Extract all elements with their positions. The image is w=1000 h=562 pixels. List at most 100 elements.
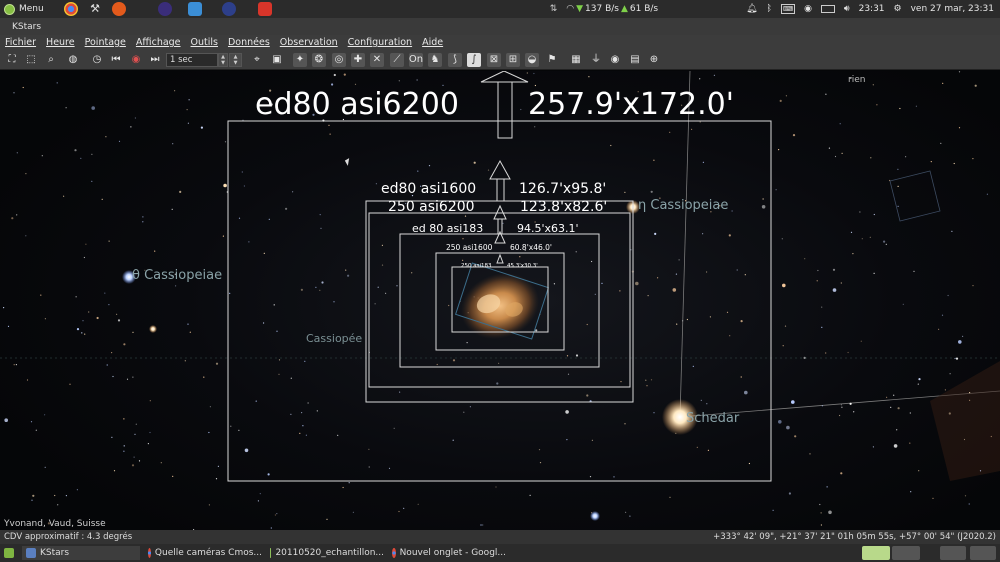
menu-donnees[interactable]: Données [223,37,275,48]
kstars-launcher-icon[interactable] [222,2,236,16]
background-star [647,295,649,297]
background-star [411,272,413,274]
workspace-4[interactable] [970,546,996,560]
zoom-to-fov-icon[interactable]: ⬚ [24,53,38,67]
start-menu-button[interactable]: Menu [0,3,50,15]
bluetooth-icon[interactable]: ᛒ [767,4,772,14]
vpn-icon[interactable]: ⇅ [550,4,558,14]
background-star [744,274,746,276]
battery-icon[interactable] [820,5,835,13]
background-star [657,277,659,279]
milky-way-icon[interactable]: ∫ [467,53,481,67]
background-star [990,435,992,438]
rewind-icon[interactable]: ⏮ [109,53,123,67]
zoom-fit-icon[interactable]: ⛶ [5,53,19,67]
telescope-icon[interactable]: ⏚ [589,53,603,67]
star-label-schedar[interactable]: Schedar [686,411,739,426]
flags-icon[interactable]: ⚑ [545,53,559,67]
menu-aide[interactable]: Aide [417,37,448,48]
sky-map[interactable]: rien ed80 asi6200 257.9'x172.0' ed80 asi… [0,71,1000,530]
task-chrome-2[interactable]: Nouvel onglet - Googl... [388,546,506,560]
settings-gear-icon[interactable]: ⚙ [894,4,902,14]
music-launcher-icon[interactable] [258,2,272,16]
menu-observation[interactable]: Observation [275,37,343,48]
menu-affichage[interactable]: Affichage [131,37,186,48]
menu-fichier[interactable]: Fichier [0,37,41,48]
horizontal-grid-icon[interactable]: ⊞ [506,53,520,67]
solar-system-toggle-icon[interactable]: ◎ [332,53,346,67]
wifi-icon[interactable]: ◉ [804,4,812,14]
clock[interactable]: 23:31 [859,4,885,14]
chat-launcher-icon[interactable] [188,2,202,16]
nebula [460,272,540,340]
workspace-1[interactable] [862,546,890,560]
star-label-theta-cassiopeiae[interactable]: θ Cassiopeiae [132,268,222,283]
hips-icon[interactable]: ▦ [569,53,583,67]
background-star [108,240,110,242]
background-star [944,389,947,391]
stars-toggle-icon[interactable]: ✦ [293,53,307,67]
background-star [654,232,657,235]
forward-icon[interactable]: ⏭ [148,53,162,67]
background-star [873,213,875,216]
background-star [328,124,330,126]
star-label-eta-cassiopeiae[interactable]: η Cassiopeiae [638,198,728,213]
image-icon[interactable]: ▣ [270,53,284,67]
task-kstars[interactable]: KStars [22,546,140,560]
notification-bell-icon[interactable]: 🔔︎ [746,4,757,14]
background-star [740,320,743,323]
background-star [841,406,843,408]
target-icon[interactable]: ⌖ [250,53,264,67]
menu-heure[interactable]: Heure [41,37,80,48]
supernova-toggle-icon[interactable]: ✚ [351,53,365,67]
constellation-lines-icon[interactable]: ⟋ [390,53,404,67]
background-star [217,465,219,467]
background-star [321,281,324,284]
background-star [702,233,704,235]
fov-size-ed80-asi1600: 126.7'x95.8' [519,181,607,197]
date-time[interactable]: ven 27 mar, 23:31 [911,4,994,14]
satellite-toggle-icon[interactable]: ✕ [370,53,384,67]
deep-sky-toggle-icon[interactable]: ❂ [312,53,326,67]
crosshair-icon[interactable]: ⊕ [647,53,661,67]
menu-configuration[interactable]: Configuration [343,37,417,48]
background-star [909,442,911,444]
ground-icon[interactable]: ◒ [525,53,539,67]
globe-icon[interactable]: ◍ [66,53,80,67]
workspace-2[interactable] [892,546,920,560]
time-unit-spinner[interactable]: ▲ ▼ [229,53,242,67]
constellation-bounds-icon[interactable]: ⟆ [448,53,462,67]
stop-clock-icon[interactable]: ◉ [129,53,143,67]
volume-icon[interactable]: 🔊︎ [844,4,850,14]
constellation-line [679,71,691,418]
background-star [902,303,904,305]
background-star [320,227,322,229]
background-star [832,288,837,292]
background-star [224,141,227,143]
eye-icon[interactable]: ◉ [608,53,622,67]
keyboard-layout-icon[interactable]: ⌨ [780,4,796,14]
search-icon[interactable]: ⌕ [44,53,58,67]
firecapture-launcher-icon[interactable] [112,2,126,16]
constellation-names-icon[interactable]: On [409,53,423,67]
stellarium-launcher-icon[interactable] [158,2,172,16]
constellation-art-icon[interactable]: ♞ [428,53,442,67]
background-star [273,304,275,306]
chrome-launcher-icon[interactable] [64,2,78,16]
menu-outils[interactable]: Outils [186,37,223,48]
time-step-spinner[interactable]: ▲ ▼ [218,53,228,67]
task-chrome-1[interactable]: Quelle caméras Cmos... [144,546,262,560]
task-document[interactable]: 20110520_echantillon... [266,546,384,560]
show-desktop-icon[interactable] [4,546,14,560]
menu-pointage[interactable]: Pointage [80,37,131,48]
telescope-launcher-icon[interactable]: ⚒ [88,2,102,16]
background-star [257,500,259,502]
time-step-input[interactable]: 1 sec [166,53,218,67]
sensor-icon[interactable]: ▤ [628,53,642,67]
clock-icon[interactable]: ◷ [90,53,104,67]
background-star [817,269,819,272]
equatorial-grid-icon[interactable]: ⊠ [487,53,501,67]
background-star [897,168,899,170]
task-chrome-2-label: Nouvel onglet - Googl... [399,548,506,558]
workspace-3[interactable] [940,546,966,560]
